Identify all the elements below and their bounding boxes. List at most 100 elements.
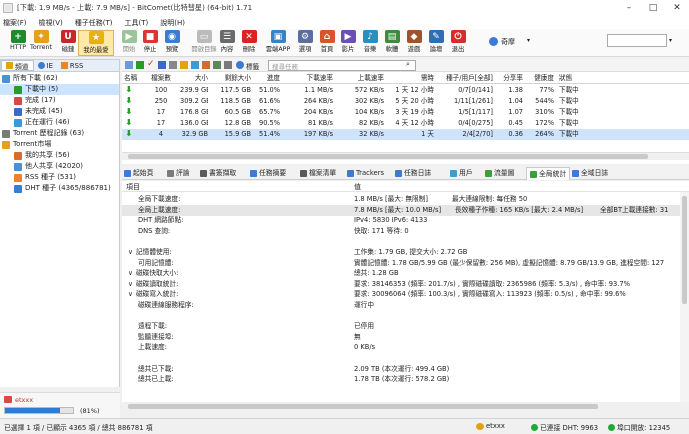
filter-shared-icon[interactable] [213,61,221,69]
favorites-dropdown[interactable]: 奇摩 [501,37,515,47]
filter-download-icon[interactable] [136,61,144,69]
tab-label: 任務日誌 [404,169,432,177]
tab-8[interactable]: 流量圖 [485,167,514,180]
toolbar-button-play[interactable]: ▶ 開始 [118,30,140,56]
tab-9[interactable]: 全局統計 [526,167,571,180]
tab-2[interactable]: 書簽擷取 [200,167,236,180]
scrollbar-thumb[interactable] [128,404,598,409]
col-progress[interactable]: 進度 [258,72,280,84]
toolbar-button-magnet[interactable]: U 磁鏈 [57,30,79,56]
tab-ie[interactable]: IE [34,62,57,70]
tab-1[interactable]: 評論 [167,167,190,180]
filter-queue-icon[interactable] [202,61,210,69]
sidebar-item[interactable]: Torrent 歷程記錄 (63) [0,128,119,139]
table-row[interactable]: ⬇ 250 309.2 GB 118.5 GB 61.6% 264 KB/s 302 KB/… [122,96,689,107]
table-row[interactable]: ⬇ 100 239.9 GB 117.5 GB 51.0% 1.1 MB/s 572 KB/… [122,85,689,96]
tab-5[interactable]: Trackers [347,167,384,180]
col-up-speed[interactable]: 上載速率 [344,72,384,84]
toolbar-button-torrent[interactable]: ✦ Torrent [25,30,57,56]
chevron-down-icon[interactable]: ▾ [527,37,530,44]
col-size[interactable]: 大小 [180,72,208,84]
toolbar-button-forum[interactable]: ✎ 論壇 [425,30,447,56]
scrollbar-thumb[interactable] [682,196,687,304]
stats-horizontal-scrollbar[interactable] [122,403,689,411]
scrollbar-thumb[interactable] [128,154,648,159]
toolbar-button-home[interactable]: ⌂ 首頁 [316,30,338,56]
tab-rss[interactable]: RSS [57,62,87,70]
filter-other-icon[interactable] [224,61,232,69]
toolbar-button-music[interactable]: ♪ 音樂 [359,30,381,56]
menu-help[interactable]: 說明(H) [160,18,185,28]
stats-col-item[interactable]: 項目 [126,182,140,192]
col-health[interactable]: 健康度 [528,72,554,84]
col-eta[interactable]: 需時 [410,72,434,84]
expand-chevron-icon[interactable]: ∨ [128,247,133,258]
search-dropdown-icon[interactable]: ▾ [669,37,672,44]
table-row[interactable]: ⬇ 17 136.0 GB 12.8 GB 90.5% 81 KB/s 82 KB/s 4 天… [122,118,689,129]
sidebar-item[interactable]: Torrent市場 [0,139,119,150]
toolbar-button-exit[interactable]: ⏻ 退出 [447,30,469,56]
tab-0[interactable]: 起始頁 [124,167,153,180]
sidebar-item[interactable]: 下載中 (5) [0,84,119,95]
toolbar-button-game[interactable]: ◆ 遊戲 [403,30,425,56]
toolbar-button-star[interactable]: ★ 我的最愛 [78,30,114,56]
minimize-icon[interactable]: – [617,3,641,13]
stats-col-value[interactable]: 值 [354,182,361,192]
toolbar-button-software[interactable]: ▤ 軟體 [381,30,403,56]
filter-seeding-icon[interactable] [180,61,188,69]
close-icon[interactable]: ✕ [665,3,689,13]
menu-file[interactable]: 檔案(F) [3,18,27,28]
toolbar-button-video[interactable]: ▶ 影片 [337,30,359,56]
sidebar-item[interactable]: 他人共享 (42020) [0,161,119,172]
maximize-icon[interactable]: □ [641,3,665,13]
view-list-icon[interactable] [125,61,133,69]
sidebar-item[interactable]: 完成 (17) [0,95,119,106]
expand-chevron-icon[interactable]: ∨ [128,289,133,300]
tab-4[interactable]: 檔案清單 [300,167,336,180]
tab-7[interactable]: 用戶 [450,167,473,180]
toolbar-button-properties[interactable]: ☰ 內容 [216,30,238,56]
toolbar-button-options[interactable]: ⚙ 選項 [294,30,316,56]
favorites-search-input[interactable] [607,34,667,47]
toolbar-button-delete[interactable]: ✕ 刪除 [238,30,260,56]
options-icon: ⚙ [297,30,313,43]
col-down-speed[interactable]: 下載速率 [295,72,333,84]
tab-10[interactable]: 全域日誌 [572,167,608,180]
table-row[interactable]: ⬇ 17 176.8 GB 60.5 GB 65.7% 204 KB/s 104 KB/s 3… [122,107,689,118]
search-icon[interactable]: ⌕ [406,60,410,69]
tag-filter-label[interactable]: 標籤 [246,61,259,71]
tab-channels[interactable]: 頻道 [1,60,34,71]
toolbar-button-cloud-app[interactable]: ▣ 雲端APP [262,30,294,56]
menu-tasks[interactable]: 種子任務(T) [75,18,113,28]
col-status[interactable]: 狀態 [559,72,589,84]
toolbar-button-stop[interactable]: ■ 停止 [139,30,161,56]
expand-chevron-icon[interactable]: ∨ [128,268,133,279]
tab-6[interactable]: 任務日誌 [395,167,431,180]
filter-active-icon[interactable] [191,61,199,69]
sidebar-item[interactable]: 所有下載 (62) [0,73,119,84]
list-horizontal-scrollbar[interactable] [122,152,689,160]
cell-eta: 3 天 19 小時 [395,108,434,116]
col-files[interactable]: 檔案數 [146,72,176,84]
stats-vertical-scrollbar[interactable] [680,192,689,402]
menu-view[interactable]: 檢視(V) [39,18,63,28]
status-user[interactable]: etxxx [476,422,505,430]
sidebar-item[interactable]: RSS 種子 (531) [0,172,119,183]
filter-stopped-icon[interactable] [169,61,177,69]
col-seeds[interactable]: 種子/用戶[全部] [435,72,493,84]
tab-3[interactable]: 任務摘要 [250,167,286,180]
col-ratio[interactable]: 分享率 [499,72,523,84]
sidebar-item[interactable]: 我的共享 (56) [0,150,119,161]
filter-done-icon[interactable]: ✓ [147,59,155,69]
col-left[interactable]: 剩餘大小 [213,72,251,84]
menu-tools[interactable]: 工具(T) [125,18,149,28]
add-http-icon: + [10,30,26,43]
filter-incomplete-icon[interactable] [158,61,166,69]
stats-key: 磁碟快取大小: [136,269,179,278]
sidebar-item[interactable]: 未完成 (45) [0,106,119,117]
toolbar-button-preview[interactable]: ◉ 預覽 [161,30,183,56]
sidebar-item[interactable]: 正在運行 (46) [0,117,119,128]
expand-chevron-icon[interactable]: ∨ [128,279,133,290]
table-row[interactable]: ⬇ 4 32.9 GB 15.9 GB 51.4% 197 KB/s 32 KB/s 1 天 2… [122,129,689,140]
sidebar-item[interactable]: DHT 種子 (4365/886781) [0,183,119,194]
